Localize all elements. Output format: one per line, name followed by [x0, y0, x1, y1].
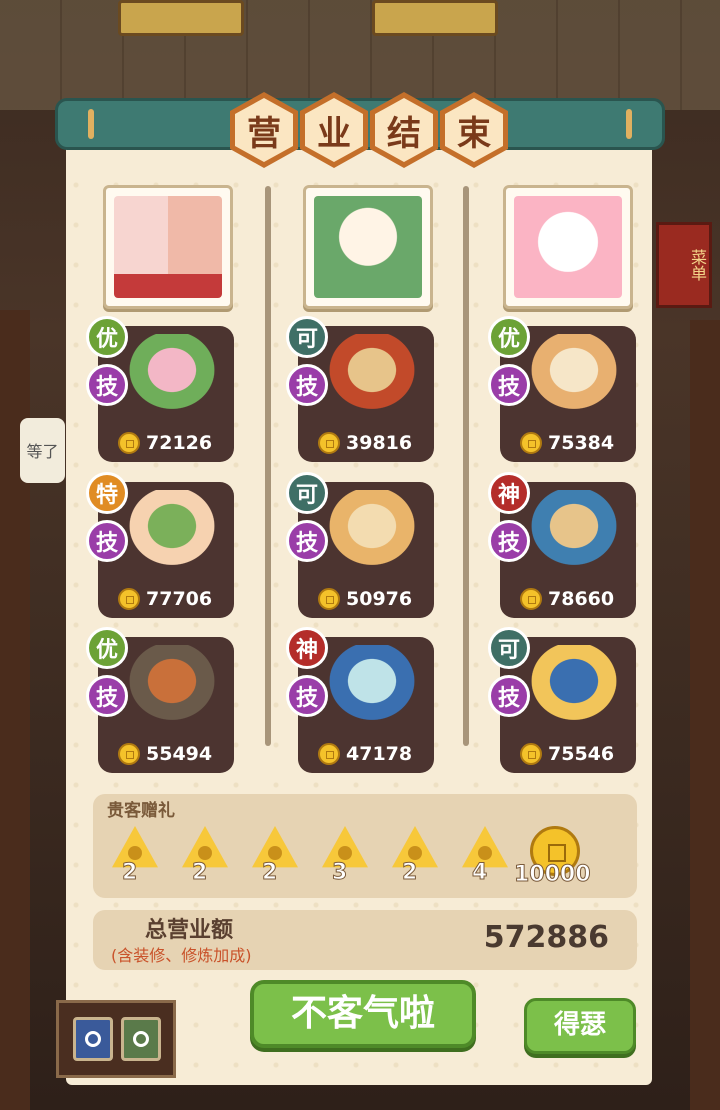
dish-score: 72126: [146, 432, 213, 454]
chrysanthemum-dish-icon: [526, 645, 622, 725]
dish-card[interactable]: 优技 75384: [488, 316, 636, 462]
twins-avatar[interactable]: [103, 185, 233, 309]
title-char: 营: [235, 98, 293, 162]
bar-cap-left: [88, 109, 94, 139]
title-char: 束: [445, 98, 503, 162]
hanging-sign-right: [372, 0, 498, 36]
gift-item[interactable]: 2: [178, 826, 232, 886]
porcelain-bowl-dish-icon: [324, 645, 420, 725]
braised-pork-dish-icon: [324, 334, 420, 414]
gift-item[interactable]: 2: [248, 826, 302, 886]
gift-count: 2: [401, 860, 418, 886]
dish-score: 77706: [146, 588, 213, 610]
dish-score: 75546: [548, 743, 615, 765]
gift-item[interactable]: 3: [318, 826, 372, 886]
hello-kitty-avatar[interactable]: [503, 185, 633, 309]
title-char: 业: [305, 98, 363, 162]
dish-score: 50976: [346, 588, 413, 610]
coin-icon: [118, 743, 140, 765]
gift-item[interactable]: 2: [108, 826, 162, 886]
gift-count: 3: [331, 860, 348, 886]
guest-gifts-title: 贵客赠礼: [107, 801, 175, 821]
total-revenue-box: 总营业额 (含装修、修炼加成) 572886: [93, 910, 637, 970]
dish-score: 55494: [146, 743, 213, 765]
dish-rank-badge: 特: [86, 472, 128, 514]
gift-item[interactable]: 4: [458, 826, 512, 886]
title-hex: 束: [440, 92, 508, 168]
dish-card[interactable]: 神技 47178: [286, 627, 434, 773]
total-revenue-label: 总营业额: [145, 918, 234, 943]
dish-card[interactable]: 特技 77706: [86, 472, 234, 618]
dish-score: 75384: [548, 432, 615, 454]
title-char: 结: [375, 98, 433, 162]
coin-icon: [520, 432, 542, 454]
coin-icon: [520, 588, 542, 610]
gift-count: 2: [261, 860, 278, 886]
total-revenue-note: (含装修、修炼加成): [111, 946, 252, 965]
coin-icon: [318, 588, 340, 610]
dish-card[interactable]: 可技 39816: [286, 316, 434, 462]
skill-badge: 技: [86, 675, 128, 717]
dish-card[interactable]: 优技 55494: [86, 627, 234, 773]
column-divider: [463, 186, 469, 746]
title-hex: 营: [230, 92, 298, 168]
dish-score: 39816: [346, 432, 413, 454]
camera-icon[interactable]: [121, 1017, 161, 1061]
menu-sign[interactable]: 菜单: [656, 222, 712, 308]
lotus-dish-icon: [124, 334, 220, 414]
you-are-welcome-button[interactable]: 不客气啦: [250, 980, 476, 1048]
dish-rank-badge: 可: [488, 627, 530, 669]
skill-badge: 技: [488, 364, 530, 406]
hotpot-dish-icon: [124, 645, 220, 725]
fried-rice-dish-icon: [324, 490, 420, 570]
skill-badge: 技: [488, 520, 530, 562]
gift-count: 2: [191, 860, 208, 886]
speech-bubble: 等了: [20, 418, 65, 483]
dish-rank-badge: 神: [488, 472, 530, 514]
dish-rank-badge: 神: [286, 627, 328, 669]
skill-badge: 技: [86, 364, 128, 406]
title-business-closed: 营 业 结 束: [230, 92, 510, 172]
share-icon[interactable]: [73, 1017, 113, 1061]
total-revenue-value: 572886: [483, 920, 609, 955]
gift-item[interactable]: 2: [388, 826, 442, 886]
coin-icon: [118, 588, 140, 610]
dish-rank-badge: 可: [286, 316, 328, 358]
dish-card[interactable]: 可技 75546: [488, 627, 636, 773]
coin-icon: [118, 432, 140, 454]
show-off-button[interactable]: 得瑟: [524, 998, 636, 1054]
skill-badge: 技: [488, 675, 530, 717]
dish-card[interactable]: 可技 50976: [286, 472, 434, 618]
skill-badge: 技: [286, 364, 328, 406]
coin-icon: [318, 743, 340, 765]
dish-card[interactable]: 优技 72126: [86, 316, 234, 462]
hanging-sign-left: [118, 0, 244, 36]
title-hex: 结: [370, 92, 438, 168]
column-divider: [265, 186, 271, 746]
skill-badge: 技: [286, 520, 328, 562]
title-hex: 业: [300, 92, 368, 168]
dish-rank-badge: 优: [86, 627, 128, 669]
white-hair-boy-avatar[interactable]: [303, 185, 433, 309]
gift-count: 4: [471, 860, 488, 886]
skill-badge: 技: [86, 520, 128, 562]
dish-rank-badge: 可: [286, 472, 328, 514]
gift-count: 2: [121, 860, 138, 886]
bar-cap-right: [626, 109, 632, 139]
dish-card[interactable]: 神技 78660: [488, 472, 636, 618]
skill-badge: 技: [286, 675, 328, 717]
shrimp-dish-icon: [124, 490, 220, 570]
dish-rank-badge: 优: [488, 316, 530, 358]
photo-frame[interactable]: [56, 1000, 176, 1078]
coin-icon: [318, 432, 340, 454]
coin-icon: [520, 743, 542, 765]
dish-score: 47178: [346, 743, 413, 765]
banquet-dish-icon: [526, 490, 622, 570]
soup-pot-dish-icon: [526, 334, 622, 414]
coin-reward-amount: 10000: [514, 862, 592, 888]
right-pillar: [690, 320, 720, 1110]
dish-rank-badge: 优: [86, 316, 128, 358]
dish-score: 78660: [548, 588, 615, 610]
